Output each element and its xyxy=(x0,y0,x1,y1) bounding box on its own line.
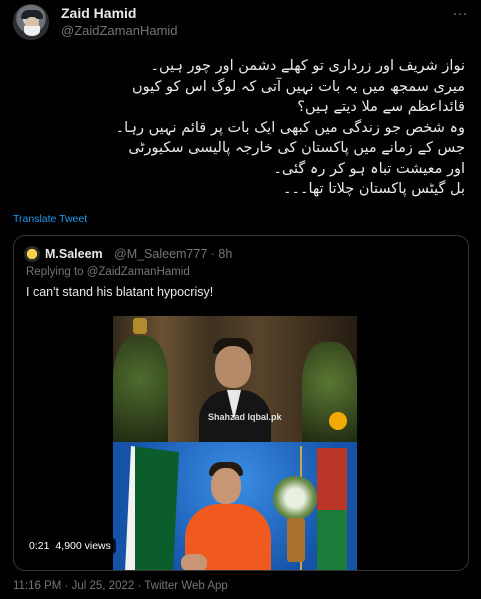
video-stats-badge: 0:21 4,900 views xyxy=(24,538,116,554)
tweet-text-line: اور معیشت تباہ ہو کر رہ گئی۔ xyxy=(273,160,465,177)
tweet-text-line: وہ شخص جو زندگی میں کبھی ایک بات پر قائم… xyxy=(115,119,465,136)
replying-to-prefix: Replying to xyxy=(26,266,87,278)
author-avatar[interactable] xyxy=(13,4,49,40)
avatar-beard xyxy=(24,26,40,36)
video-views: 4,900 views xyxy=(55,540,111,552)
tv-logo-icon xyxy=(329,412,347,430)
tweet-text-line: میری سمجھ میں یہ بات نہیں آتی کہ لوگ اس … xyxy=(132,78,465,95)
video-watermark: Shahzad Iqbal.pk xyxy=(208,412,282,422)
channel-logo-icon xyxy=(133,318,147,334)
tweet-text-line: جس کے زمانے میں پاکستان کی خارجہ پالیسی … xyxy=(128,140,465,156)
quoted-author-avatar[interactable] xyxy=(24,246,40,262)
speaker-figure-2 xyxy=(181,462,271,570)
tweet-text-line: بل گیٹس پاکستان چلاتا تھا۔۔۔ xyxy=(282,181,465,197)
speaker-figure xyxy=(199,338,271,442)
video-player[interactable]: Shahzad Iqbal.pk 0:21 4,900 views xyxy=(14,306,468,570)
potted-plant xyxy=(273,476,317,520)
quoted-tweet[interactable]: M.Saleem @M_Saleem777 · 8h Replying to @… xyxy=(13,235,469,571)
tweet-text-line: قائداعظم سے ملا دیتے ہیں؟ xyxy=(297,99,465,115)
party-flag xyxy=(317,448,347,570)
video-frame-top: Shahzad Iqbal.pk xyxy=(113,316,357,442)
plant-left xyxy=(113,336,168,442)
tweet-text-line: نواز شریف اور زرداری تو کھلے دشمن اور چو… xyxy=(150,58,465,74)
video-frame-bottom xyxy=(113,442,357,570)
quoted-author-name[interactable]: M.Saleem xyxy=(45,247,103,261)
author-name[interactable]: Zaid Hamid xyxy=(61,5,136,21)
tweet-timestamp[interactable]: 11:16 PM · Jul 25, 2022 · Twitter Web Ap… xyxy=(13,580,228,592)
translate-tweet-link[interactable]: Translate Tweet xyxy=(13,213,87,225)
quoted-author-handle[interactable]: @M_Saleem777 · 8h xyxy=(114,247,232,261)
plant-pot xyxy=(287,518,305,562)
tweet-text: نواز شریف اور زرداری تو کھلے دشمن اور چو… xyxy=(15,56,465,200)
author-handle[interactable]: @ZaidZamanHamid xyxy=(61,23,178,38)
more-options-icon[interactable]: … xyxy=(452,2,469,20)
plant-right xyxy=(302,342,357,442)
replying-to-handle-link[interactable]: @ZaidZamanHamid xyxy=(87,266,190,278)
quoted-tweet-text: I can't stand his blatant hypocrisy! xyxy=(26,285,214,299)
replying-to: Replying to @ZaidZamanHamid xyxy=(26,266,190,278)
tweet: Zaid Hamid @ZaidZamanHamid … نواز شریف ا… xyxy=(0,0,481,599)
video-duration: 0:21 xyxy=(29,540,50,552)
